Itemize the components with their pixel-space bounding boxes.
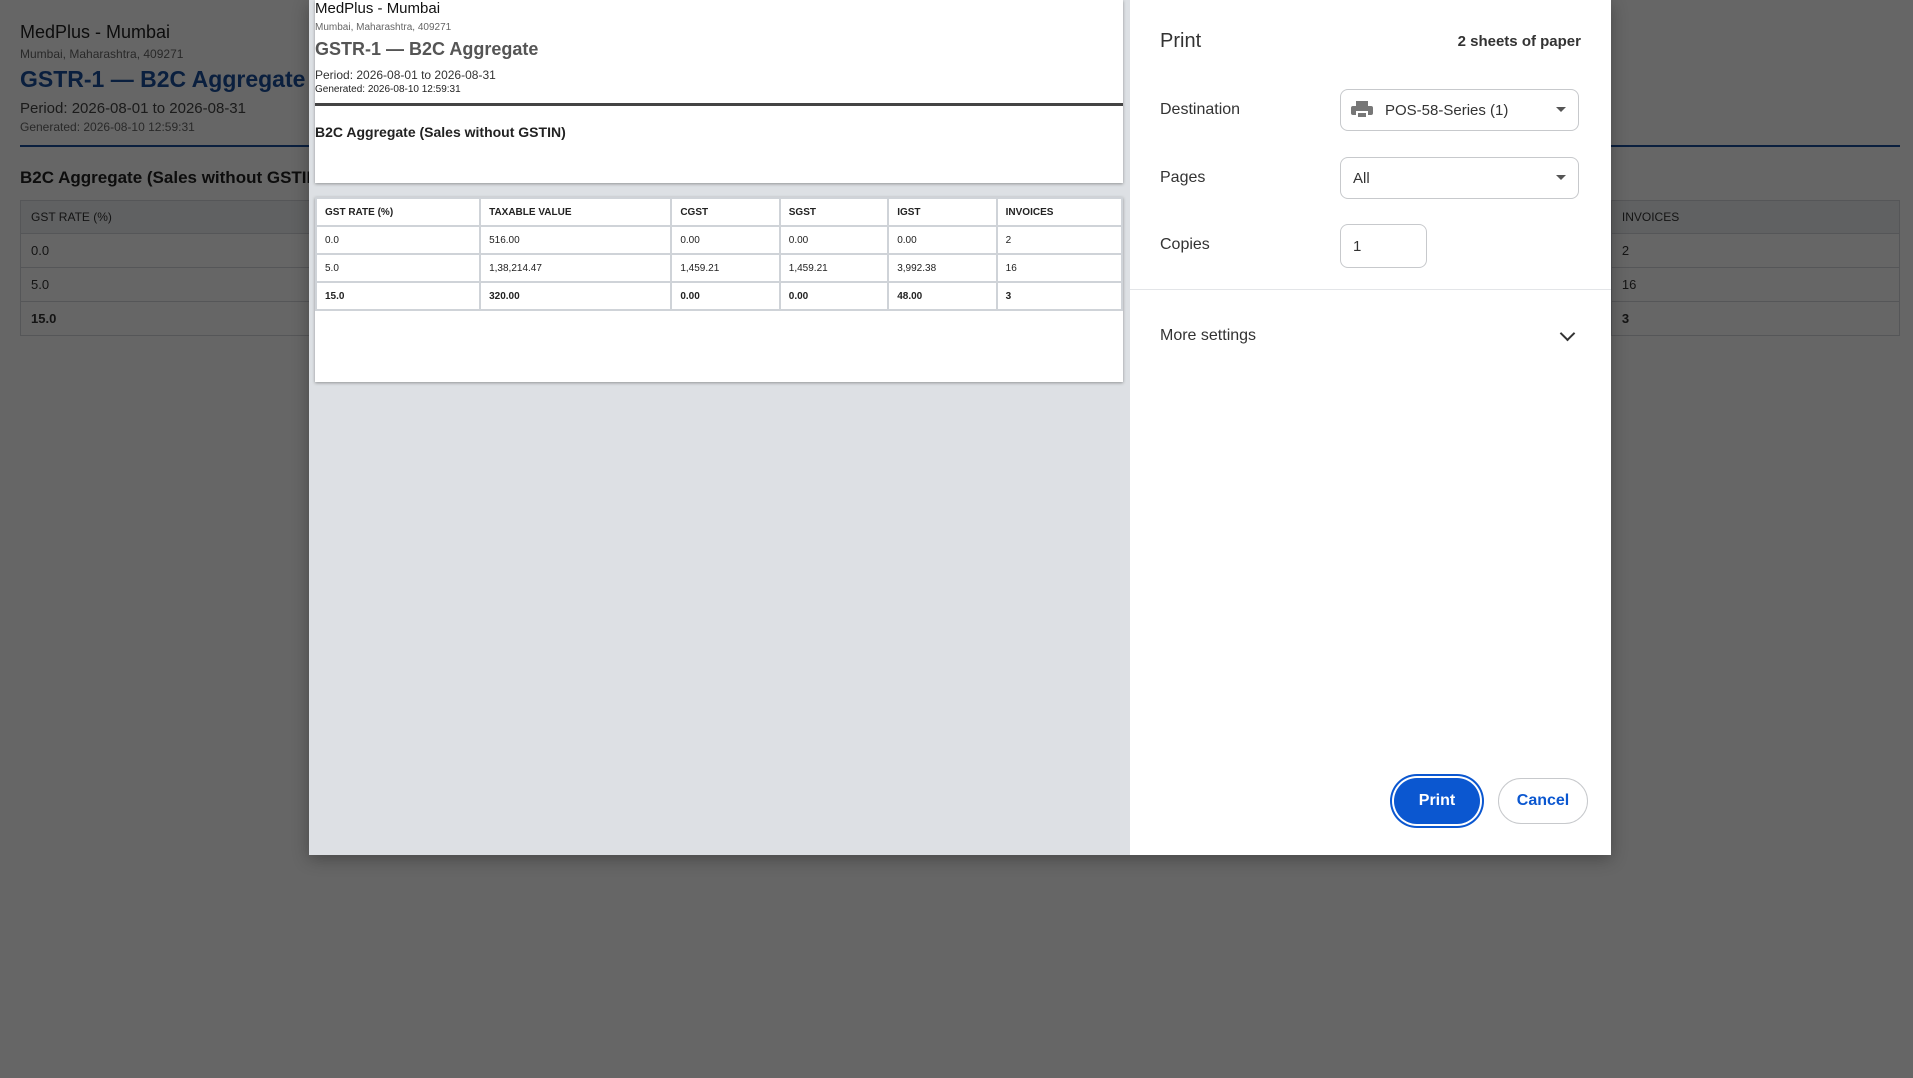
table-cell: 1,38,214.47 xyxy=(479,253,673,283)
table-cell: 15.0 xyxy=(314,281,482,311)
preview-report-title: GSTR-1 — B2C Aggregate xyxy=(315,39,539,59)
table-cell: 516.00 xyxy=(479,225,673,255)
table-cell: 3,992.38 xyxy=(887,253,998,283)
cancel-button[interactable]: Cancel xyxy=(1498,778,1588,824)
dialog-title: Print xyxy=(1160,30,1202,52)
copies-label: Copies xyxy=(1160,236,1210,253)
table-row: 15.0 320.00 0.00 0.00 48.00 3 xyxy=(314,281,1124,311)
table-row: 0.0 516.00 0.00 0.00 0.00 2 xyxy=(314,225,1124,255)
preview-header-divider xyxy=(315,103,1123,106)
print-settings-panel: Print 2 sheets of paper Destination POS-… xyxy=(1130,0,1611,855)
destination-label: Destination xyxy=(1160,101,1241,118)
chevron-down-icon[interactable] xyxy=(1559,325,1576,342)
pages-select[interactable]: All xyxy=(1340,157,1579,199)
table-cell: 2 xyxy=(995,225,1124,255)
preview-b2c-table: GST RATE (%) TAXABLE VALUE CGST SGST IGS… xyxy=(314,197,1124,311)
table-cell: 0.00 xyxy=(887,225,998,255)
preview-report-generated: Generated: 2026-08-10 12:59:31 xyxy=(315,84,461,95)
table-cell: 48.00 xyxy=(887,281,998,311)
pages-label: Pages xyxy=(1160,169,1206,186)
sheet-count: 2 sheets of paper xyxy=(1457,33,1581,50)
destination-select[interactable]: POS-58-Series (1) xyxy=(1340,89,1579,131)
column-header: SGST xyxy=(778,197,890,227)
table-cell: 3 xyxy=(995,281,1124,311)
table-cell: 1,459.21 xyxy=(670,253,781,283)
preview-page-1: MedPlus - Mumbai Mumbai, Maharashtra, 40… xyxy=(315,0,1123,183)
table-cell: 320.00 xyxy=(479,281,673,311)
column-header: CGST xyxy=(670,197,781,227)
column-header: GST RATE (%) xyxy=(314,197,482,227)
table-header-row: GST RATE (%) TAXABLE VALUE CGST SGST IGS… xyxy=(314,197,1124,227)
table-cell: 0.00 xyxy=(670,281,781,311)
print-button[interactable]: Print xyxy=(1394,778,1480,824)
table-cell: 0.0 xyxy=(314,225,482,255)
pages-value: All xyxy=(1353,169,1370,187)
table-cell: 5.0 xyxy=(314,253,482,283)
dropdown-arrow-icon xyxy=(1556,175,1566,180)
table-cell: 16 xyxy=(995,253,1124,283)
settings-divider xyxy=(1130,289,1611,290)
table-cell: 0.00 xyxy=(778,281,890,311)
preview-store-name: MedPlus - Mumbai xyxy=(315,0,441,17)
copies-input[interactable] xyxy=(1340,224,1427,268)
preview-report-period: Period: 2026-08-01 to 2026-08-31 xyxy=(315,68,496,82)
preview-page-2: GST RATE (%) TAXABLE VALUE CGST SGST IGS… xyxy=(314,197,1124,382)
table-cell: 0.00 xyxy=(778,225,890,255)
dropdown-arrow-icon xyxy=(1556,107,1566,112)
table-cell: 1,459.21 xyxy=(778,253,890,283)
destination-value: POS-58-Series (1) xyxy=(1385,101,1509,119)
print-preview[interactable]: MedPlus - Mumbai Mumbai, Maharashtra, 40… xyxy=(309,0,1130,855)
table-cell: 0.00 xyxy=(670,225,781,255)
table-row: 5.0 1,38,214.47 1,459.21 1,459.21 3,992.… xyxy=(314,253,1124,283)
preview-section-title: B2C Aggregate (Sales without GSTIN) xyxy=(315,124,566,140)
more-settings-toggle[interactable]: More settings xyxy=(1160,327,1256,345)
column-header: IGST xyxy=(887,197,998,227)
printer-icon xyxy=(1351,101,1373,119)
preview-store-address: Mumbai, Maharashtra, 409271 xyxy=(315,22,452,33)
column-header: INVOICES xyxy=(995,197,1124,227)
column-header: TAXABLE VALUE xyxy=(479,197,673,227)
print-dialog: MedPlus - Mumbai Mumbai, Maharashtra, 40… xyxy=(309,0,1611,855)
